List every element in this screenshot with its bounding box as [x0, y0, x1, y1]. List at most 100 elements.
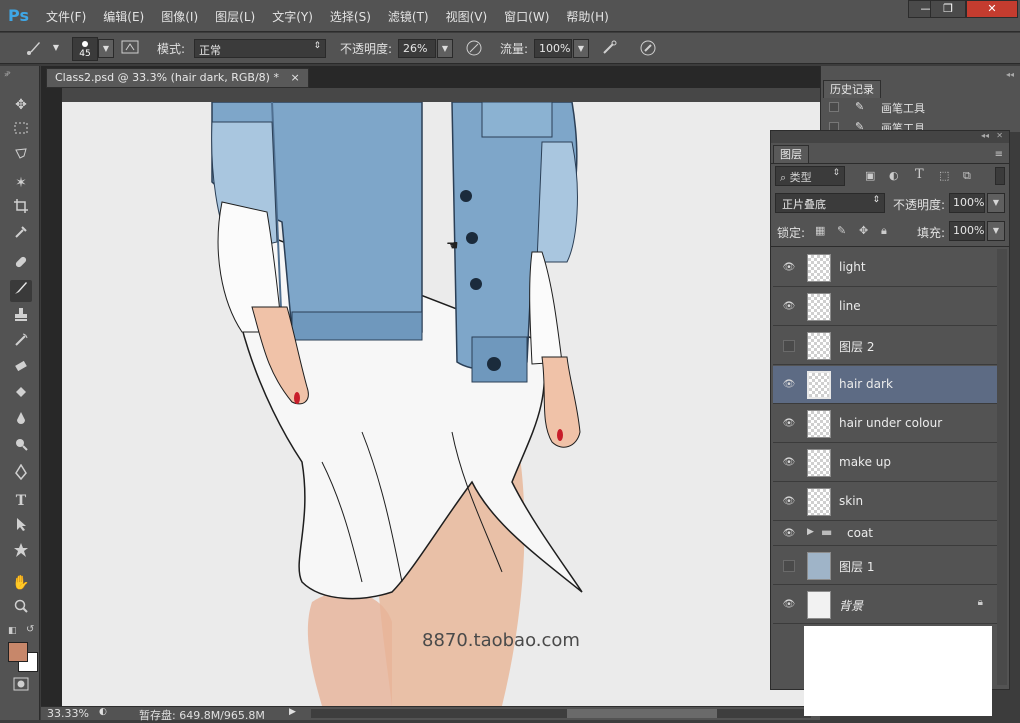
menu-filter[interactable]: 滤镜(T)	[388, 8, 429, 25]
filter-toggle[interactable]	[995, 167, 1005, 185]
eye-icon[interactable]: 👁︎	[781, 527, 797, 541]
brush-preset-picker[interactable]: 45	[72, 37, 98, 61]
layers-scrollbar[interactable]	[997, 249, 1007, 685]
mode-select[interactable]: 正常 ⇕	[194, 39, 326, 58]
eye-icon[interactable]: 👁︎	[781, 378, 797, 392]
menu-file[interactable]: 文件(F)	[46, 8, 86, 25]
quick-mask-icon[interactable]	[10, 676, 32, 698]
opacity-dropdown[interactable]: ▼	[437, 39, 453, 58]
lasso-tool-icon[interactable]	[10, 146, 32, 168]
swap-colors-icon[interactable]: ↺	[26, 624, 34, 635]
fill-dropdown[interactable]: ▼	[987, 221, 1005, 241]
layer-row[interactable]: 图层 2	[773, 327, 997, 365]
layer-row[interactable]: 图层 1	[773, 547, 997, 585]
document-tab[interactable]: Class2.psd @ 33.3% (hair dark, RGB/8) * …	[46, 68, 309, 88]
filter-pixel-icon[interactable]: ▣	[865, 169, 875, 182]
collapse-left-icon[interactable]: »	[4, 70, 9, 79]
move-tool-icon[interactable]: ✥	[10, 94, 32, 116]
layer-row[interactable]: 👁︎ hair under colour	[773, 405, 997, 443]
layer-row[interactable]: 👁︎ make up	[773, 444, 997, 482]
layer-row-selected[interactable]: 👁︎ hair dark	[773, 366, 997, 404]
brush-dropdown[interactable]: ▼	[98, 39, 114, 58]
flow-input[interactable]: 100%	[534, 39, 572, 58]
status-arrow-icon[interactable]: ▶	[289, 707, 296, 717]
brush-panel-icon[interactable]	[120, 39, 140, 59]
lock-paint-icon[interactable]: ✎	[837, 224, 846, 237]
expand-group-icon[interactable]: ▶	[807, 527, 814, 537]
layers-tab[interactable]: 图层	[773, 145, 809, 163]
eye-icon[interactable]: 👁︎	[781, 417, 797, 431]
layer-row[interactable]: 👁︎ 背景 🔒︎	[773, 586, 997, 624]
brush-tool-icon[interactable]	[24, 39, 44, 59]
path-selection-icon[interactable]	[10, 516, 32, 538]
menu-view[interactable]: 视图(V)	[446, 8, 488, 25]
fill-input[interactable]: 100%	[949, 221, 985, 241]
pen-tool-icon[interactable]	[10, 463, 32, 486]
history-checkbox[interactable]	[829, 102, 839, 112]
blend-mode-select[interactable]: 正片叠底 ⇕	[775, 193, 885, 213]
lock-transparent-icon[interactable]: ▦	[815, 224, 825, 237]
lock-all-icon[interactable]: 🔒︎	[881, 224, 887, 238]
canvas[interactable]: ☚ 8870.taobao.com	[62, 102, 820, 706]
clone-stamp-icon[interactable]	[10, 306, 32, 328]
eraser-tool-icon[interactable]	[10, 358, 32, 380]
pressure-size-icon[interactable]	[638, 39, 658, 59]
menu-type[interactable]: 文字(Y)	[272, 8, 313, 25]
tool-preset-dropdown[interactable]: ▼	[48, 39, 64, 58]
close-tab-icon[interactable]: ×	[290, 71, 299, 84]
custom-shape-icon[interactable]	[10, 542, 32, 564]
filter-smart-object-icon[interactable]: ⧉	[963, 169, 971, 183]
visibility-off-box[interactable]	[783, 560, 795, 572]
eye-icon[interactable]: 👁︎	[781, 261, 797, 275]
menu-window[interactable]: 窗口(W)	[504, 8, 549, 25]
menu-help[interactable]: 帮助(H)	[566, 8, 608, 25]
pressure-opacity-icon[interactable]	[464, 39, 484, 59]
hand-tool-icon[interactable]: ✋	[10, 572, 32, 594]
status-menu-icon[interactable]: ◐	[99, 707, 107, 717]
collapse-panel-icon[interactable]: ◂◂	[1006, 70, 1014, 79]
airbrush-icon[interactable]	[600, 39, 620, 59]
flow-dropdown[interactable]: ▼	[573, 39, 589, 58]
layer-group-row[interactable]: 👁︎ ▶ ▬ coat	[773, 522, 997, 546]
eye-icon[interactable]: 👁︎	[781, 456, 797, 470]
layer-row[interactable]: 👁︎ light	[773, 249, 997, 287]
close-panel-icon[interactable]: ✕	[996, 131, 1003, 140]
close-window-button[interactable]: ✕	[966, 0, 1018, 18]
type-tool-icon[interactable]: T	[10, 490, 32, 512]
eye-icon[interactable]: 👁︎	[781, 495, 797, 509]
filter-adjustment-icon[interactable]: ◐	[889, 169, 899, 182]
panel-menu-icon[interactable]: ≡	[995, 149, 1003, 160]
collapse-layers-icon[interactable]: ◂◂	[981, 131, 989, 140]
foreground-color-swatch[interactable]	[8, 642, 28, 662]
brush-tool-active-icon[interactable]	[10, 280, 32, 302]
dodge-tool-icon[interactable]	[10, 436, 32, 458]
layer-opacity-input[interactable]: 100%	[949, 193, 985, 213]
filter-type-icon[interactable]: T	[915, 167, 924, 182]
marquee-tool-icon[interactable]	[10, 120, 32, 142]
horizontal-scrollbar[interactable]	[311, 709, 811, 718]
visibility-off-box[interactable]	[783, 340, 795, 352]
scrollbar-thumb[interactable]	[567, 709, 717, 718]
menu-image[interactable]: 图像(I)	[161, 8, 198, 25]
filter-kind-select[interactable]: ⌕ 类型 ⇕	[775, 166, 845, 186]
eye-icon[interactable]: 👁︎	[781, 598, 797, 612]
layer-row[interactable]: 👁︎ line	[773, 288, 997, 326]
filter-shape-icon[interactable]: ⬚	[939, 169, 949, 182]
healing-brush-icon[interactable]	[10, 254, 32, 276]
zoom-tool-icon[interactable]	[10, 598, 32, 620]
eyedropper-icon[interactable]	[10, 224, 32, 246]
eye-icon[interactable]: 👁︎	[781, 300, 797, 314]
menu-select[interactable]: 选择(S)	[330, 8, 371, 25]
zoom-level[interactable]: 33.33%	[47, 707, 89, 720]
layer-row[interactable]: 👁︎ skin	[773, 483, 997, 521]
history-brush-icon[interactable]	[10, 332, 32, 354]
layer-opacity-dropdown[interactable]: ▼	[987, 193, 1005, 213]
menu-edit[interactable]: 编辑(E)	[103, 8, 144, 25]
blur-tool-icon[interactable]	[10, 410, 32, 432]
default-colors-icon[interactable]: ◧	[8, 626, 17, 636]
paint-bucket-icon[interactable]	[10, 384, 32, 406]
opacity-input[interactable]: 26%	[398, 39, 436, 58]
restore-button[interactable]: ❐	[930, 0, 966, 18]
history-item[interactable]: ✎ 画笔工具	[825, 98, 1015, 118]
menu-layer[interactable]: 图层(L)	[215, 8, 255, 25]
